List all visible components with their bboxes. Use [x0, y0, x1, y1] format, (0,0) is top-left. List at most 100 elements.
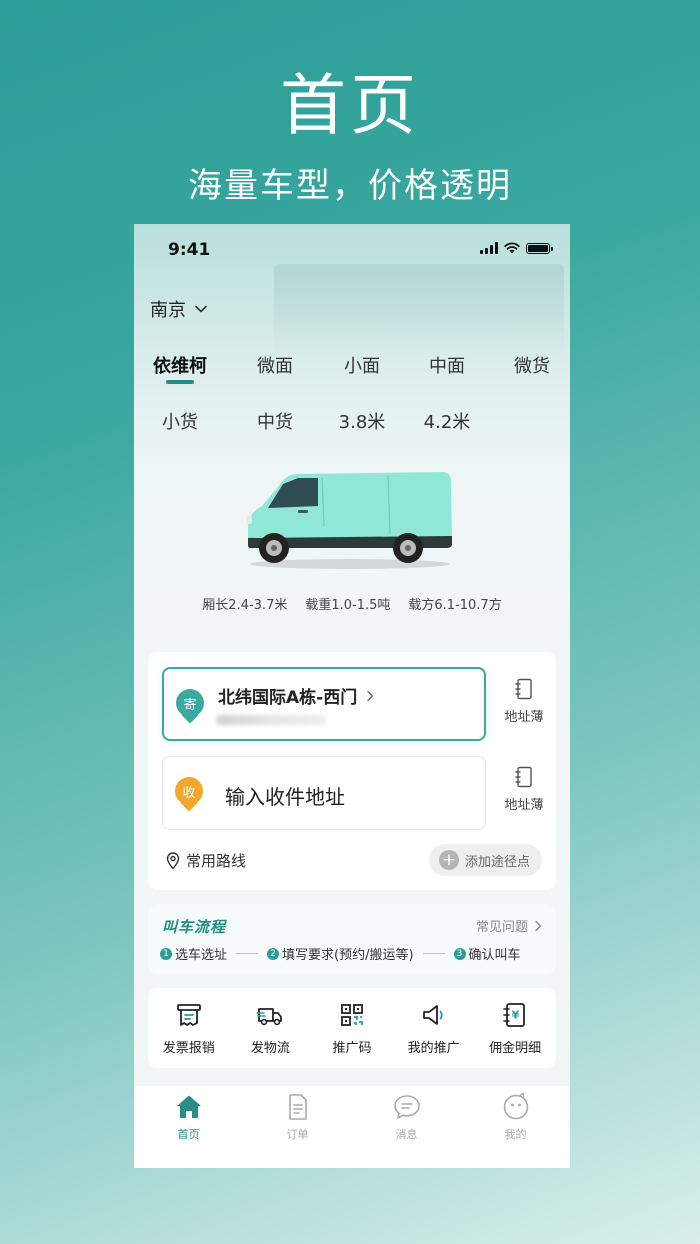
- order-flow-card: 叫车流程 常见问题 1 选车选址 2 填写要求(预约/搬运等) 3 确认叫车: [148, 904, 556, 974]
- receiver-badge: 收: [175, 777, 203, 805]
- address-book-icon: [515, 766, 532, 788]
- sender-address-book-button[interactable]: 地址薄: [498, 678, 550, 725]
- tool-label: 发票报销: [162, 1040, 215, 1056]
- add-waypoint-button[interactable]: + 添加途径点: [428, 844, 542, 876]
- receiver-pin-icon: 收: [175, 777, 205, 813]
- promo-subtitle: 海量车型，价格透明: [188, 166, 512, 206]
- receiver-address-book-button[interactable]: 地址薄: [498, 766, 550, 813]
- step-label: 选车选址: [175, 948, 228, 963]
- tool-label: 我的推广: [407, 1040, 460, 1056]
- sender-pin-icon: 寄: [176, 689, 206, 725]
- address-book-label: 地址薄: [504, 798, 544, 813]
- category-label: 依维柯: [153, 356, 207, 377]
- tool-invoice[interactable]: 发票报销: [151, 1001, 227, 1056]
- flow-steps: 1 选车选址 2 填写要求(预约/搬运等) 3 确认叫车: [160, 944, 521, 963]
- faq-label: 常见问题: [475, 920, 528, 935]
- promo-title: 首页: [280, 67, 420, 144]
- home-icon: [176, 1095, 201, 1118]
- flow-step: 1 选车选址: [160, 944, 227, 963]
- megaphone-icon: [422, 1004, 443, 1025]
- tab-label: 首页: [177, 1128, 200, 1141]
- receiver-address-placeholder: 输入收件地址: [225, 785, 345, 809]
- hero-truck-silhouette: [274, 264, 564, 354]
- location-pin-icon: [166, 851, 180, 870]
- tab-home[interactable]: 首页: [134, 1086, 243, 1168]
- tool-label: 发物流: [250, 1040, 290, 1056]
- message-icon: [393, 1095, 420, 1119]
- step-divider: [422, 953, 445, 954]
- add-waypoint-label: 添加途径点: [464, 854, 530, 870]
- chevron-right-icon: [367, 690, 374, 701]
- category-label: 微面: [257, 356, 293, 377]
- city-selector[interactable]: 南京: [150, 296, 208, 322]
- tool-commission[interactable]: ¥ 佣金明细: [477, 1001, 553, 1056]
- tab-label: 我的: [504, 1128, 527, 1141]
- active-tab-indicator: [166, 380, 194, 384]
- spec-load-weight: 载重1.0-1.5吨: [305, 598, 391, 613]
- category-label: 3.8米: [338, 412, 386, 433]
- category-tab-small-truck[interactable]: 小货: [162, 408, 198, 434]
- address-book-icon: [515, 678, 532, 700]
- tab-messages[interactable]: 消息: [352, 1086, 461, 1168]
- tool-label: 推广码: [332, 1040, 372, 1056]
- category-tab-3-8m[interactable]: 3.8米: [339, 408, 386, 434]
- profile-icon: [503, 1092, 528, 1120]
- sender-address-line: 北纬国际A栋-西门: [218, 683, 375, 708]
- battery-icon: [526, 242, 553, 254]
- tool-label: 佣金明细: [489, 1040, 542, 1056]
- tab-label: 消息: [395, 1128, 418, 1141]
- step-divider: [236, 953, 259, 954]
- flow-title: 叫车流程: [162, 918, 227, 936]
- tool-my-promotion[interactable]: 我的推广: [396, 1001, 472, 1056]
- vehicle-category-row-1: 依维柯 微面 小面 中面 微货: [134, 352, 570, 384]
- step-label: 确认叫车: [468, 948, 521, 963]
- category-label: 小面: [344, 356, 380, 377]
- category-label: 小货: [162, 412, 198, 433]
- sender-contact-redacted: [216, 715, 326, 725]
- category-tab-micro-van[interactable]: 微面: [257, 352, 293, 378]
- faq-link[interactable]: 常见问题: [476, 916, 542, 935]
- commission-icon: ¥: [503, 1002, 526, 1027]
- signal-icon: [480, 242, 498, 254]
- step-number: 3: [453, 947, 466, 960]
- status-bar: 9:41: [134, 238, 570, 264]
- spec-load-volume: 载方6.1-10.7方: [408, 598, 502, 613]
- tool-promo-code[interactable]: 推广码: [314, 1001, 390, 1056]
- phone-screen: 9:41 南京 依维柯 微面 小面 中面 微货 小货 中货 3.8米 4.2米 …: [134, 224, 570, 1168]
- sender-address-name: 北纬国际A栋-西门: [218, 688, 358, 708]
- vehicle-category-row-2: 小货 中货 3.8米 4.2米: [134, 408, 570, 438]
- category-tab-small-van[interactable]: 小面: [344, 352, 380, 378]
- chevron-right-icon: [535, 920, 542, 931]
- address-card: 寄 北纬国际A栋-西门 地址薄 收 输入收件地址 地址薄 常用路线 + 添加途径…: [148, 652, 556, 890]
- wifi-icon: [504, 242, 520, 254]
- receiver-address-field[interactable]: 收 输入收件地址: [162, 756, 486, 830]
- category-label: 微货: [514, 356, 550, 377]
- address-book-label: 地址薄: [504, 710, 544, 725]
- sender-address-field[interactable]: 寄 北纬国际A栋-西门: [162, 667, 486, 741]
- status-time: 9:41: [168, 240, 211, 260]
- spec-box-length: 厢长2.4-3.7米: [202, 598, 288, 613]
- order-icon: [288, 1094, 307, 1120]
- category-tab-medium-van[interactable]: 中面: [429, 352, 465, 378]
- tab-profile[interactable]: 我的: [461, 1086, 570, 1168]
- van-image: [246, 472, 452, 569]
- common-routes-link[interactable]: 常用路线: [166, 850, 246, 871]
- tab-orders[interactable]: 订单: [243, 1086, 352, 1168]
- category-label: 4.2米: [423, 412, 471, 433]
- svg-text:¥: ¥: [512, 1008, 520, 1021]
- bottom-tab-bar: 首页 订单 消息 我的: [134, 1086, 570, 1168]
- flow-step: 2 填写要求(预约/搬运等): [267, 944, 414, 963]
- chevron-down-icon: [195, 305, 207, 313]
- truck-icon: [256, 1007, 283, 1025]
- city-label: 南京: [150, 300, 186, 321]
- category-label: 中面: [429, 356, 465, 377]
- category-tab-micro-truck[interactable]: 微货: [514, 352, 550, 378]
- plus-icon: +: [438, 850, 459, 870]
- category-tab-4-2m[interactable]: 4.2米: [424, 408, 471, 434]
- category-tab-iveco[interactable]: 依维柯: [153, 352, 207, 384]
- tool-logistics[interactable]: 发物流: [232, 1001, 308, 1056]
- category-tab-medium-truck[interactable]: 中货: [257, 408, 293, 434]
- tools-grid: 发票报销 发物流 推广码 我的推广 ¥ 佣金明细: [148, 988, 556, 1068]
- step-number: 1: [160, 947, 172, 960]
- sender-badge: 寄: [176, 689, 204, 717]
